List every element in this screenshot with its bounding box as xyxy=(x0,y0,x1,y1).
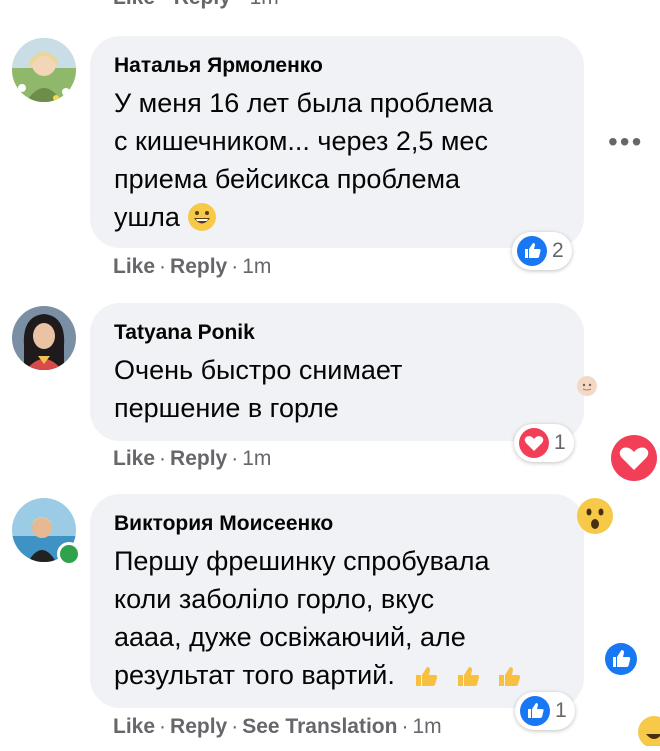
reaction-summary[interactable]: 1 xyxy=(514,424,574,462)
reply-link[interactable]: Reply xyxy=(174,0,231,9)
like-reaction-icon xyxy=(517,236,547,266)
comment-line: Першу фрешинку спробувала xyxy=(114,546,490,576)
comment-time: 1m xyxy=(250,0,279,9)
comment-line: аааа, дуже освіжаючий, але xyxy=(114,622,466,652)
comment-actions: Like · Reply · 1m xyxy=(113,255,271,279)
comment-line: приема бейсикса проблема xyxy=(114,164,461,194)
comment-line: коли заболіло горло, вкус xyxy=(114,584,435,614)
separator: · xyxy=(159,715,167,738)
separator: · xyxy=(159,255,167,278)
more-options-icon[interactable]: ••• xyxy=(608,126,643,158)
see-translation-link[interactable]: See Translation xyxy=(242,715,397,738)
like-link[interactable]: Like xyxy=(113,447,155,470)
thumbs-up-emoji-icon xyxy=(448,660,490,690)
online-status-indicator xyxy=(57,542,81,566)
wow-reaction-option-icon[interactable] xyxy=(576,497,614,540)
separator: · xyxy=(159,447,167,470)
comment-time: 1m xyxy=(242,447,272,470)
avatar[interactable] xyxy=(12,38,76,102)
reply-link[interactable]: Reply xyxy=(170,255,227,278)
grinning-face-icon xyxy=(188,203,217,231)
comment-author[interactable]: Tatyana Ponik xyxy=(114,321,255,345)
like-reaction-icon xyxy=(520,696,550,726)
separator: · xyxy=(161,0,174,9)
comment-time: 1m xyxy=(242,255,272,278)
comment-author[interactable]: Виктория Моисеенко xyxy=(114,512,333,536)
separator: · xyxy=(231,255,239,278)
previous-comment-actions: Like · Reply · 1m xyxy=(113,0,279,10)
reaction-summary[interactable]: 1 xyxy=(515,692,575,730)
comment-author[interactable]: Наталья Ярмоленко xyxy=(114,54,323,78)
reaction-count: 2 xyxy=(552,239,564,262)
comment-text: У меня 16 лет была проблема с кишечником… xyxy=(114,84,574,236)
separator: · xyxy=(231,715,239,738)
comment-time: 1m xyxy=(412,715,442,738)
haha-reaction-option-icon[interactable] xyxy=(636,714,660,751)
avatar[interactable] xyxy=(12,306,76,370)
comment-line: результат того вартий. xyxy=(114,656,574,694)
comment-text: Першу фрешинку спробувала коли заболіло … xyxy=(114,542,574,694)
reaction-count: 1 xyxy=(554,431,566,454)
comment-actions: Like · Reply · See Translation · 1m xyxy=(113,715,442,739)
comment-bubble: Tatyana Ponik Очень быстро снимает перше… xyxy=(90,303,584,441)
comment-text: Очень быстро снимает першение в горле xyxy=(114,351,574,427)
separator: · xyxy=(401,715,409,738)
reaction-count: 1 xyxy=(555,699,567,722)
comment-line: У меня 16 лет была проблема xyxy=(114,88,493,118)
separator: · xyxy=(237,0,250,9)
seen-avatar-icon xyxy=(576,375,598,402)
reply-link[interactable]: Reply xyxy=(170,715,227,738)
separator: · xyxy=(231,447,239,470)
comment-bubble: Наталья Ярмоленко У меня 16 лет была про… xyxy=(90,36,584,248)
like-link[interactable]: Like xyxy=(113,0,155,9)
comment-line: ушла xyxy=(114,198,574,236)
comment-actions: Like · Reply · 1m xyxy=(113,447,271,471)
reaction-summary[interactable]: 2 xyxy=(512,232,572,270)
comment-line: першение в горле xyxy=(114,393,339,423)
comment-bubble: Виктория Моисеенко Першу фрешинку спробу… xyxy=(90,494,584,708)
thumbs-up-emoji-icon xyxy=(402,660,448,690)
reply-link[interactable]: Reply xyxy=(170,447,227,470)
comment-line: с кишечником... через 2,5 мес xyxy=(114,126,488,156)
thumbs-up-emoji-icon xyxy=(489,660,523,690)
love-reaction-option-icon[interactable] xyxy=(610,434,658,487)
like-link[interactable]: Like xyxy=(113,715,155,738)
comment-line: Очень быстро снимает xyxy=(114,355,403,385)
like-reaction-option-icon[interactable] xyxy=(604,642,638,681)
love-reaction-icon xyxy=(519,428,549,458)
like-link[interactable]: Like xyxy=(113,255,155,278)
